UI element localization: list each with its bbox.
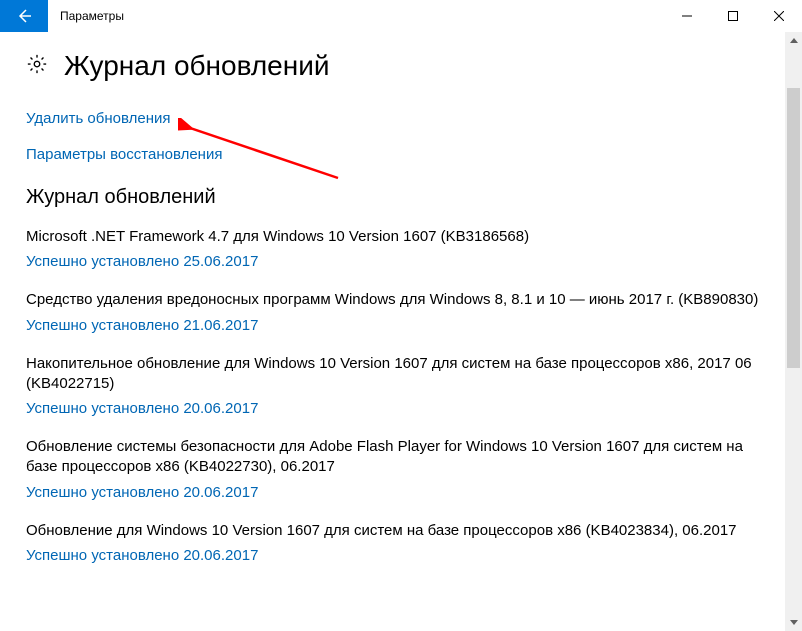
update-name: Средство удаления вредоносных программ W… [26,290,776,310]
titlebar: Параметры [0,0,802,32]
scrollbar[interactable] [785,32,802,631]
uninstall-updates-link[interactable]: Удалить обновления [26,110,171,127]
maximize-icon [728,11,738,21]
close-icon [774,11,784,21]
scroll-down-button[interactable] [785,614,802,631]
minimize-button[interactable] [664,0,710,32]
minimize-icon [682,11,692,21]
chevron-down-icon [790,620,798,625]
update-status[interactable]: Успешно установлено 20.06.2017 [26,547,776,564]
page-header: Журнал обновлений [26,50,776,82]
update-status[interactable]: Успешно установлено 21.06.2017 [26,317,776,334]
update-item: Средство удаления вредоносных программ W… [26,290,776,333]
content-area: Журнал обновлений Удалить обновления Пар… [0,32,802,564]
arrow-left-icon [16,8,32,24]
scroll-up-button[interactable] [785,32,802,49]
back-button[interactable] [0,0,48,32]
page-title: Журнал обновлений [64,50,329,82]
close-button[interactable] [756,0,802,32]
update-item: Обновление системы безопасности для Adob… [26,437,776,501]
chevron-up-icon [790,38,798,43]
recovery-options-link[interactable]: Параметры восстановления [26,146,222,163]
update-item: Накопительное обновление для Windows 10 … [26,354,776,418]
update-name: Накопительное обновление для Windows 10 … [26,354,776,395]
update-status[interactable]: Успешно установлено 20.06.2017 [26,484,776,501]
scrollbar-thumb[interactable] [787,88,800,368]
gear-icon [26,53,48,80]
window-controls [664,0,802,32]
update-name: Обновление для Windows 10 Version 1607 д… [26,521,776,541]
update-status[interactable]: Успешно установлено 25.06.2017 [26,253,776,270]
update-status[interactable]: Успешно установлено 20.06.2017 [26,400,776,417]
section-title: Журнал обновлений [26,186,776,209]
window-title: Параметры [48,0,664,32]
update-item: Обновление для Windows 10 Version 1607 д… [26,521,776,564]
maximize-button[interactable] [710,0,756,32]
update-name: Обновление системы безопасности для Adob… [26,437,776,478]
update-item: Microsoft .NET Framework 4.7 для Windows… [26,227,776,270]
update-name: Microsoft .NET Framework 4.7 для Windows… [26,227,776,247]
